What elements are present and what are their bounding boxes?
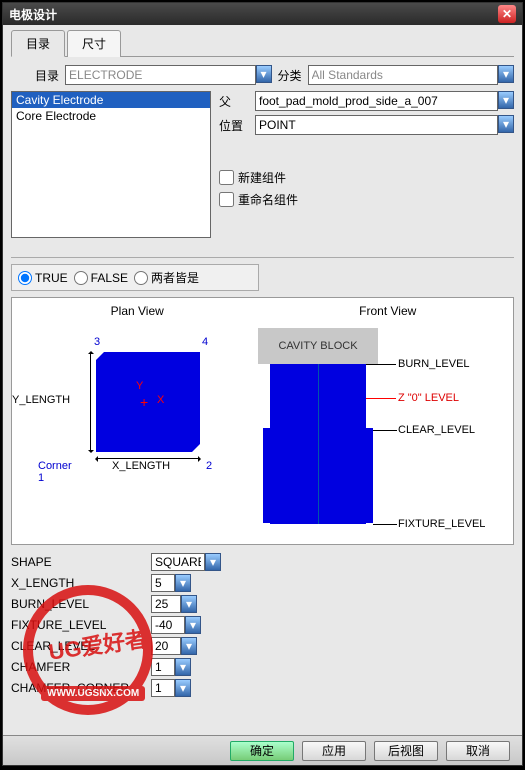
rename-component-checkbox[interactable] xyxy=(219,192,234,207)
corner2-label: 2 xyxy=(206,460,212,472)
chevron-down-icon[interactable]: ▾ xyxy=(185,616,201,634)
chevron-down-icon[interactable]: ▾ xyxy=(498,115,514,133)
properties-panel: 父 ▾ 位置 ▾ 新建组件 xyxy=(219,91,514,251)
shape-label: SHAPE xyxy=(11,555,151,569)
radio-false[interactable] xyxy=(74,271,88,285)
window-title: 电极设计 xyxy=(9,6,498,23)
fixture-level-label: FIXTURE_LEVEL xyxy=(398,518,485,530)
tab-bar: 目录 尺寸 xyxy=(11,29,514,57)
position-label: 位置 xyxy=(219,117,255,134)
xlength-label: X_LENGTH xyxy=(11,576,151,590)
x-length-label: X_LENGTH xyxy=(112,460,170,472)
radio-false-label: FALSE xyxy=(91,271,128,285)
chamfer-label: CHAMFER xyxy=(11,660,151,674)
ok-button[interactable]: 确定 xyxy=(230,741,294,761)
clearlevel-input[interactable] xyxy=(151,637,181,655)
leader-line xyxy=(373,524,397,525)
chevron-down-icon[interactable]: ▾ xyxy=(175,679,191,697)
rename-component-label: 重命名组件 xyxy=(238,191,298,208)
new-component-checkbox[interactable] xyxy=(219,170,234,185)
corner1-label: Corner 1 xyxy=(38,460,72,484)
chevron-down-icon[interactable]: ▾ xyxy=(181,595,197,613)
content-area: 目录 尺寸 目录 ▾ 分类 ▾ Cavity Electrode Core El… xyxy=(3,25,522,735)
fixturelevel-label: FIXTURE_LEVEL xyxy=(11,618,151,632)
leader-line xyxy=(373,430,397,431)
filter-row: 目录 ▾ 分类 ▾ xyxy=(11,65,514,85)
position-select[interactable] xyxy=(255,115,498,135)
parent-label: 父 xyxy=(219,93,255,110)
leader-line xyxy=(366,398,396,399)
front-view: CAVITY BLOCK BURN_LEVEL Z "0" LEVEL CLEA… xyxy=(258,328,378,364)
fixturelevel-input[interactable] xyxy=(151,616,185,634)
radio-both-label: 两者皆是 xyxy=(151,269,199,286)
close-button[interactable]: ✕ xyxy=(498,5,516,23)
leader-line xyxy=(366,364,396,365)
cancel-button[interactable]: 取消 xyxy=(446,741,510,761)
class-label: 分类 xyxy=(278,67,302,84)
y-axis-label: Y xyxy=(136,380,143,392)
corner4-label: 4 xyxy=(202,336,208,348)
radio-true[interactable] xyxy=(18,271,32,285)
burnlevel-label: BURN_LEVEL xyxy=(11,597,151,611)
burnlevel-input[interactable] xyxy=(151,595,181,613)
radio-group: TRUE FALSE 两者皆是 xyxy=(11,264,259,291)
tab-catalog[interactable]: 目录 xyxy=(11,30,65,57)
chamfer-input[interactable] xyxy=(151,658,175,676)
z-level-label: Z "0" LEVEL xyxy=(398,392,459,404)
chevron-down-icon[interactable]: ▾ xyxy=(205,553,221,571)
close-icon: ✕ xyxy=(502,7,512,21)
xlength-input[interactable] xyxy=(151,574,175,592)
corner3-label: 3 xyxy=(94,336,100,348)
chamfercorner-input[interactable] xyxy=(151,679,175,697)
cavity-block: CAVITY BLOCK xyxy=(258,328,378,364)
shape-input[interactable] xyxy=(151,553,205,571)
main-row: Cavity Electrode Core Electrode 父 ▾ 位置 ▾ xyxy=(11,91,514,251)
chevron-down-icon[interactable]: ▾ xyxy=(175,658,191,676)
tab-dimensions[interactable]: 尺寸 xyxy=(67,30,121,57)
list-item[interactable]: Cavity Electrode xyxy=(12,92,210,108)
front-view-title: Front View xyxy=(263,304,514,318)
clear-level-label: CLEAR_LEVEL xyxy=(398,424,475,436)
chevron-down-icon[interactable]: ▾ xyxy=(256,65,272,83)
clearlevel-label: CLEAR_LEVEL xyxy=(11,639,151,653)
class-select[interactable] xyxy=(308,65,498,85)
chevron-down-icon[interactable]: ▾ xyxy=(498,91,514,109)
x-axis-label: X xyxy=(157,394,164,406)
footer-bar: 确定 应用 后视图 取消 xyxy=(3,735,522,765)
x-axis-icon xyxy=(96,458,200,459)
title-bar: 电极设计 ✕ xyxy=(3,3,522,25)
chevron-down-icon[interactable]: ▾ xyxy=(181,637,197,655)
catalog-label: 目录 xyxy=(35,67,59,84)
y-axis-icon xyxy=(90,352,91,452)
diagram-area: Plan View Front View + Y X Y_LENGTH X_LE… xyxy=(11,297,514,545)
chevron-down-icon[interactable]: ▾ xyxy=(498,65,514,83)
origin-cross-icon: + xyxy=(140,394,148,410)
parent-select[interactable] xyxy=(255,91,498,111)
centerline-icon xyxy=(318,364,319,524)
electrode-list[interactable]: Cavity Electrode Core Electrode xyxy=(11,91,211,238)
plan-view-title: Plan View xyxy=(12,304,263,318)
parameters-panel: SHAPE ▾ X_LENGTH ▾ BURN_LEVEL ▾ FIXTURE_LEV… xyxy=(11,553,514,697)
radio-true-label: TRUE xyxy=(35,271,68,285)
chevron-down-icon[interactable]: ▾ xyxy=(175,574,191,592)
burn-level-label: BURN_LEVEL xyxy=(398,358,470,370)
apply-button[interactable]: 应用 xyxy=(302,741,366,761)
divider xyxy=(11,257,514,258)
dialog-window: 电极设计 ✕ 目录 尺寸 目录 ▾ 分类 ▾ Cavity Electrode … xyxy=(2,2,523,766)
radio-both[interactable] xyxy=(134,271,148,285)
list-item[interactable]: Core Electrode xyxy=(12,108,210,124)
backview-button[interactable]: 后视图 xyxy=(374,741,438,761)
y-length-label: Y_LENGTH xyxy=(12,394,70,406)
new-component-label: 新建组件 xyxy=(238,169,286,186)
chamfercorner-label: CHAMFER_CORNER xyxy=(11,681,151,695)
catalog-select[interactable] xyxy=(65,65,255,85)
